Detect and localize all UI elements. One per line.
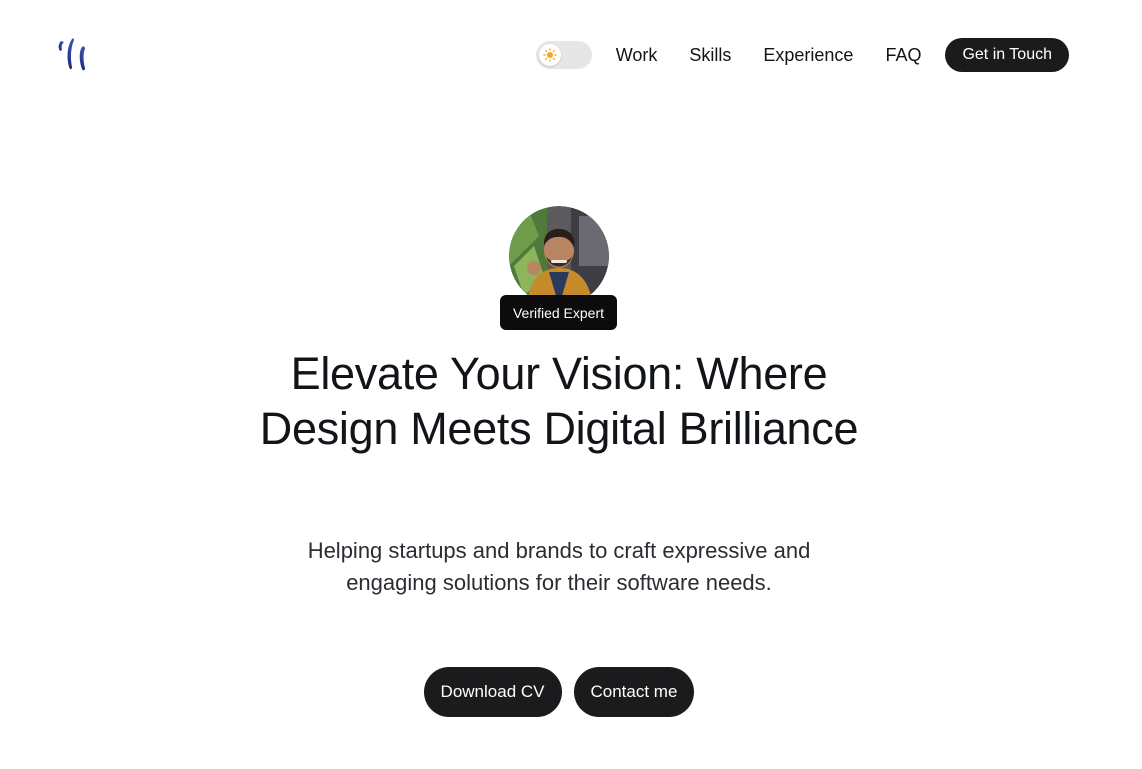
hero-subtitle: Helping startups and brands to craft exp… (307, 538, 811, 595)
get-in-touch-button[interactable]: Get in Touch (945, 38, 1069, 72)
contact-me-button[interactable]: Contact me (573, 667, 695, 717)
nav-link-experience[interactable]: Experience (763, 45, 853, 66)
verified-expert-badge: Verified Expert (500, 295, 617, 330)
profile-photo (509, 206, 609, 306)
main-nav: Work Skills Experience FAQ Get in Touch (535, 38, 1069, 72)
theme-toggle[interactable] (535, 41, 592, 69)
landing-page: Work Skills Experience FAQ Get in Touch (0, 0, 1142, 769)
download-cv-button[interactable]: Download CV (423, 667, 562, 717)
brand-logo-icon[interactable] (55, 37, 91, 73)
nav-link-skills[interactable]: Skills (689, 45, 731, 66)
sun-icon (542, 48, 557, 62)
avatar (509, 206, 609, 306)
hero-headline: Elevate Your Vision: Where Design Meets … (259, 348, 859, 454)
nav-link-work[interactable]: Work (616, 45, 658, 66)
theme-toggle-knob (538, 44, 561, 66)
nav-link-faq[interactable]: FAQ (885, 45, 921, 66)
hero-actions: Download CV Contact me (0, 667, 1118, 717)
